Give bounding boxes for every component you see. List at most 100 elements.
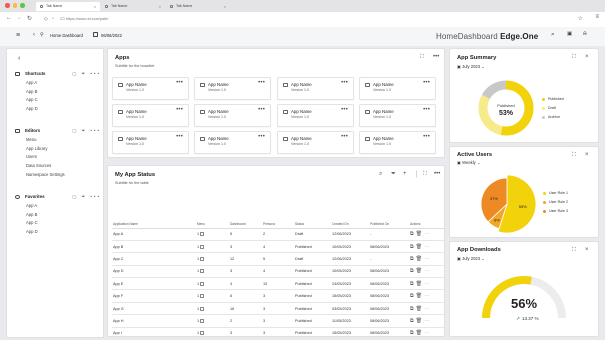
sidebar-item[interactable]: App C [15, 96, 101, 105]
table-row[interactable]: App E1 4 10 Published 24/05/2023 08/06/2023 ⧉… [112, 277, 444, 291]
app-tile[interactable]: App Name Version 1.0 ••• [194, 131, 271, 154]
sidebar-item[interactable]: App D [15, 105, 101, 114]
close-icon[interactable]: × [94, 2, 96, 11]
browser-tab[interactable]: Tab Name × [36, 2, 100, 11]
app-tile[interactable]: App Name Version 1.0 ••• [277, 77, 354, 100]
app-tile[interactable]: App Name Version 1.0 ••• [112, 77, 189, 100]
chevron-left-icon[interactable]: ‹ [33, 32, 35, 38]
reload-icon[interactable]: ↻ [27, 15, 32, 22]
more-options-icon[interactable]: ••• [423, 134, 430, 140]
add-icon[interactable]: + [403, 171, 407, 177]
checkbox[interactable] [200, 269, 205, 274]
search-icon[interactable]: ⌕ [379, 171, 382, 178]
sidebar-back-icon[interactable]: ‹ [18, 55, 20, 62]
sidebar-item[interactable]: App B [15, 211, 101, 220]
more-options-icon[interactable]: ••• [433, 54, 439, 60]
table-row[interactable]: App G1 16 3 Published 03/05/2023 08/06/2023 ⧉… [112, 302, 444, 316]
more-options-icon[interactable]: ⋯ [424, 281, 431, 287]
minimize-window-button[interactable] [12, 3, 17, 8]
more-options-icon[interactable]: ••• [258, 134, 265, 140]
expand-icon[interactable]: ⛶ [572, 247, 576, 254]
checkbox[interactable] [200, 331, 205, 336]
col-header[interactable]: Menu [196, 220, 229, 229]
more-options-icon[interactable]: ⋯ [424, 231, 431, 237]
sidebar-item[interactable]: Namespace Settings [15, 171, 101, 180]
col-header[interactable]: Status [294, 220, 331, 229]
close-icon[interactable]: × [585, 54, 589, 60]
filter-icon[interactable]: ⏷ [391, 171, 396, 178]
section-tools[interactable]: ▢ ⏷ ••• [72, 126, 101, 136]
bookmark-star-icon[interactable]: ☆ [578, 15, 583, 22]
app-tile[interactable]: App Name Version 1.0 ••• [359, 77, 436, 100]
checkbox[interactable] [200, 318, 205, 323]
table-row[interactable]: App I1 3 3 Published 15/05/2023 08/06/2023 ⧉🗑… [112, 327, 444, 336]
summary-filter[interactable]: ▣ July 2023 ⌄ [457, 64, 485, 69]
more-options-icon[interactable]: ⋯ [424, 256, 431, 262]
more-options-icon[interactable]: ••• [341, 107, 348, 113]
users-filter[interactable]: ▣ Weekly ⌄ [457, 160, 480, 165]
breadcrumb[interactable]: Home Dashboard [50, 33, 83, 38]
sidebar-item[interactable]: Users [15, 153, 101, 162]
more-options-icon[interactable]: ••• [176, 80, 183, 86]
section-tools[interactable]: ▢ ⏷ ••• [72, 192, 101, 202]
checkbox[interactable] [200, 294, 205, 299]
app-tile[interactable]: App Name Version 1.0 ••• [277, 104, 354, 127]
close-icon[interactable]: × [585, 247, 589, 253]
checkbox[interactable] [200, 256, 205, 261]
more-options-icon[interactable]: ⋯ [424, 318, 431, 324]
close-window-button[interactable] [5, 3, 10, 8]
app-tile[interactable]: App Name Version 1.0 ••• [194, 77, 271, 100]
section-tools[interactable]: ▢ ⏷ ••• [72, 69, 101, 79]
expand-icon[interactable]: ⛶ [420, 54, 424, 61]
table-row[interactable]: App C1 12 5 Draft 12/06/2023- ⧉🗑⋯ [112, 252, 444, 266]
table-row[interactable]: App H1 2 3 Published 11/05/2023 08/06/2023 ⧉🗑… [112, 314, 444, 328]
expand-icon[interactable]: ⛶ [572, 152, 576, 159]
table-row[interactable]: App A1 5 2 Draft 12/06/2023- ⧉🗑⋯ [112, 228, 444, 241]
sidebar-item[interactable]: App A [15, 202, 101, 211]
sidebar-item[interactable]: App C [15, 219, 101, 228]
more-options-icon[interactable]: ••• [434, 171, 440, 177]
checkbox[interactable] [200, 306, 205, 311]
forward-icon[interactable]: → [16, 15, 22, 21]
col-header[interactable]: Created On [331, 220, 369, 229]
col-header[interactable]: Dashboard [229, 220, 262, 229]
app-tile[interactable]: App Name Version 1.0 ••• [112, 104, 189, 127]
more-options-icon[interactable]: ⋯ [424, 293, 431, 299]
more-options-icon[interactable]: ••• [423, 80, 430, 86]
inbox-icon[interactable]: ▣ [567, 31, 572, 37]
more-options-icon[interactable]: ⋯ [424, 330, 431, 336]
checkbox[interactable] [200, 232, 205, 237]
more-options-icon[interactable]: ••• [258, 107, 265, 113]
expand-icon[interactable]: ⛶ [423, 171, 427, 178]
expand-icon[interactable]: ⛶ [572, 54, 576, 61]
more-options-icon[interactable]: ⋯ [424, 268, 431, 274]
sidebar-section-header[interactable]: Editors ▢ ⏷ ••• [15, 126, 101, 136]
col-header[interactable]: Application Name [112, 220, 196, 229]
sidebar-item[interactable]: Data Sources [15, 162, 101, 171]
sidebar-item[interactable]: App A [15, 79, 101, 88]
more-options-icon[interactable]: ••• [341, 80, 348, 86]
more-options-icon[interactable]: ••• [341, 134, 348, 140]
col-header[interactable]: Persona [262, 220, 294, 229]
url-field[interactable]: https://www.url.com/path/ [66, 15, 236, 24]
hamburger-menu-icon[interactable]: ≡ [16, 32, 20, 39]
calendar-icon[interactable] [93, 32, 98, 37]
back-icon[interactable]: ← [6, 15, 12, 21]
table-row[interactable]: App D1 3 4 Published 10/05/2023 08/06/2023 ⧉🗑… [112, 265, 444, 279]
downloads-filter[interactable]: ▣ July 2023 ⌄ [457, 256, 485, 261]
close-icon[interactable]: × [585, 152, 589, 158]
sidebar-section-header[interactable]: Favorites ▢ ⏷ ••• [15, 192, 101, 202]
more-options-icon[interactable]: ••• [176, 107, 183, 113]
sidebar-item[interactable]: App B [15, 88, 101, 97]
browser-menu-icon[interactable]: ≡ [595, 14, 599, 20]
browser-tab[interactable]: Tab Name × [101, 2, 165, 11]
app-tile[interactable]: App Name Version 1.0 ••• [359, 104, 436, 127]
table-row[interactable]: App F1 6 3 Published 15/05/2023 08/06/2023 ⧉🗑… [112, 289, 444, 303]
app-tile[interactable]: App Name Version 1.0 ••• [112, 131, 189, 154]
table-row[interactable]: App B1 3 4 Published 10/05/2023 08/06/2023 ⧉🗑… [112, 240, 444, 254]
more-options-icon[interactable]: ••• [258, 80, 265, 86]
sidebar-item[interactable]: App Library [15, 145, 101, 154]
col-header[interactable]: Published On [369, 220, 409, 229]
more-options-icon[interactable]: ••• [176, 134, 183, 140]
more-options-icon[interactable]: ⋯ [424, 244, 431, 250]
